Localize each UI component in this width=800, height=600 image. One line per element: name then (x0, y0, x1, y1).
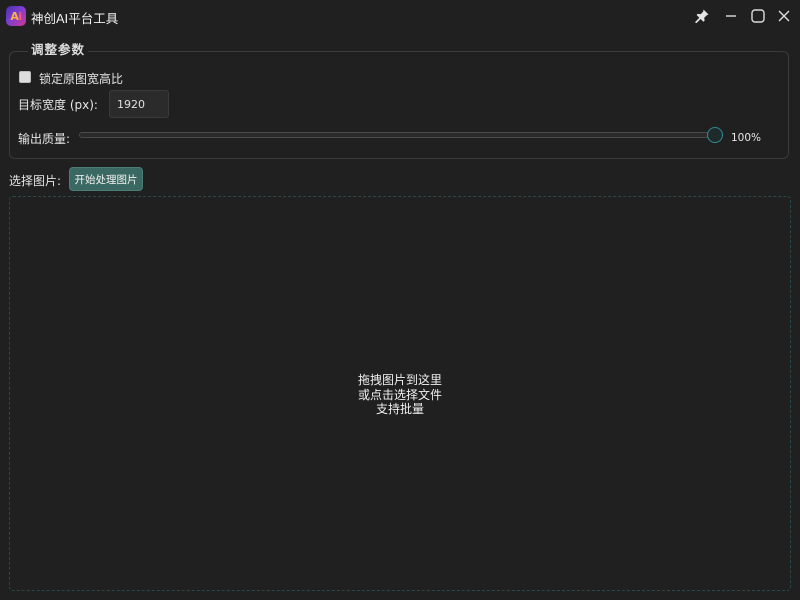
app-logo-icon: Ai (6, 6, 26, 26)
settings-group-title: 调整参数 (28, 39, 89, 58)
lock-ratio-checkbox[interactable] (19, 71, 31, 83)
lock-ratio-label[interactable]: 锁定原图宽高比 (39, 70, 123, 87)
target-width-label: 目标宽度 (px): (18, 98, 98, 112)
target-width-input[interactable] (109, 90, 169, 118)
image-drop-zone[interactable]: 拖拽图片到这里 或点击选择文件 支持批量 (9, 196, 791, 591)
drop-hint-line-3: 支持批量 (375, 402, 424, 416)
quality-slider[interactable] (79, 132, 715, 138)
minimize-icon (726, 15, 736, 17)
logo-letter-a: A (10, 9, 19, 23)
quality-value: 100% (731, 132, 762, 144)
quality-slider-fill (80, 133, 714, 137)
pin-icon (695, 9, 709, 23)
maximize-icon (751, 9, 765, 23)
start-processing-button[interactable]: 开始处理图片 (69, 167, 143, 191)
drop-zone-hint: 拖拽图片到这里 或点击选择文件 支持批量 (10, 373, 790, 417)
quality-slider-handle[interactable] (707, 127, 723, 143)
quality-label: 输出质量: (18, 132, 71, 146)
app-window: Ai 神创AI平台工具 调整参数 锁定原图宽高比 目标宽度 (px): 1920… (0, 0, 800, 600)
title-bar[interactable]: Ai 神创AI平台工具 (0, 0, 800, 32)
drop-hint-line-1: 拖拽图片到这里 (357, 373, 442, 387)
drop-hint-line-2: 或点击选择文件 (357, 387, 442, 402)
pin-button[interactable] (692, 6, 712, 26)
close-icon (778, 10, 790, 22)
maximize-button[interactable] (748, 6, 768, 26)
minimize-button[interactable] (721, 6, 741, 26)
select-image-label: 选择图片: (9, 174, 62, 188)
logo-letter-i: i (18, 9, 22, 23)
close-button[interactable] (774, 6, 794, 26)
window-title: 神创AI平台工具 (31, 11, 119, 26)
